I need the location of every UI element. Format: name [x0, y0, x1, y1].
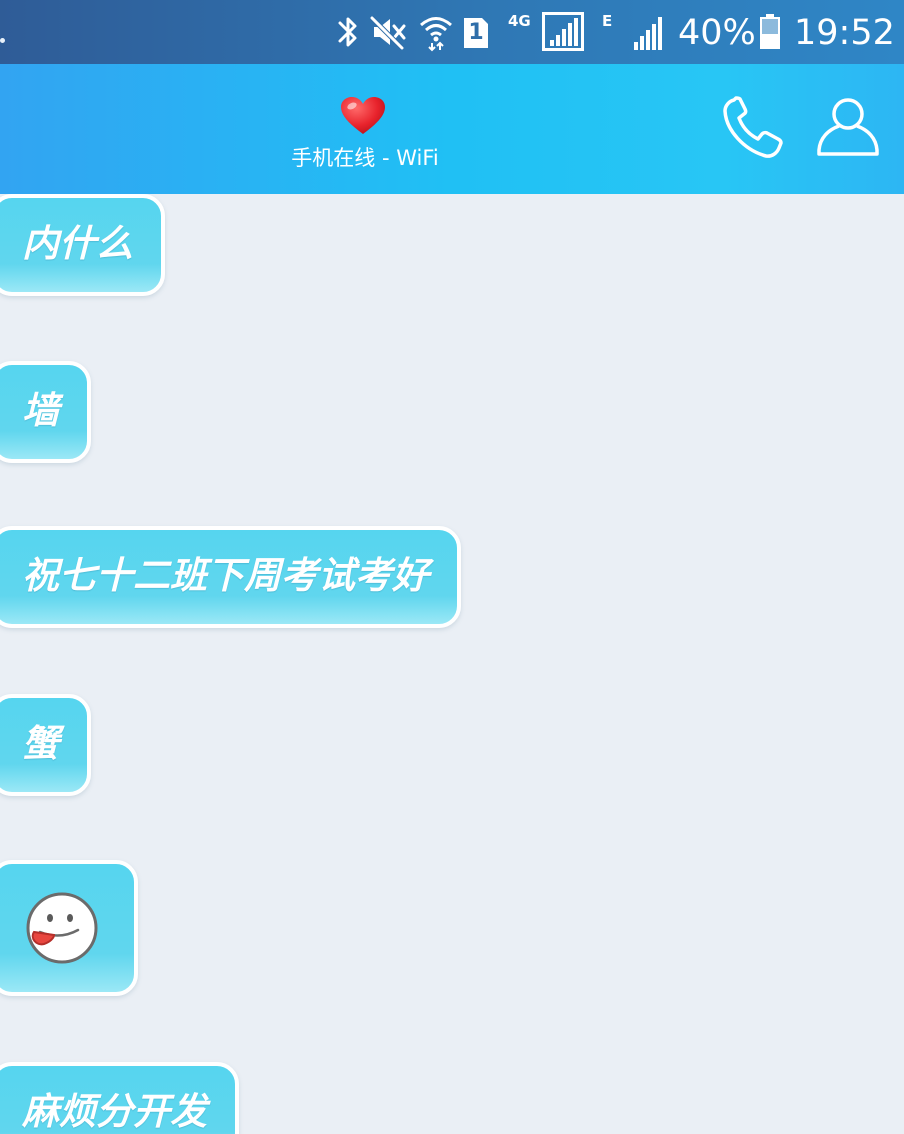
message-bubble[interactable]: 麻烦分开发 — [0, 1062, 239, 1134]
profile-button[interactable] — [812, 92, 884, 164]
message-text: 内什么 — [22, 222, 133, 265]
message-bubble-emoji[interactable] — [0, 860, 138, 996]
heart-icon — [341, 97, 385, 134]
sim1-icon: 1 — [462, 10, 490, 54]
clock: 19:52 — [794, 13, 895, 53]
call-button[interactable] — [718, 92, 790, 164]
message-bubble[interactable]: 墙 — [0, 361, 91, 463]
bluetooth-icon — [338, 17, 357, 47]
notification-dot — [0, 38, 5, 43]
status-bar: 1 4G E 40% 19:52 — [0, 0, 904, 64]
message-text: 祝七十二班下周考试考好 — [22, 554, 429, 597]
network-edge-label: E — [602, 12, 613, 30]
profile-icon — [817, 98, 879, 156]
message-text: 麻烦分开发 — [22, 1090, 207, 1133]
signal-edge-icon: E — [600, 10, 668, 54]
message-bubble[interactable]: 内什么 — [0, 194, 165, 296]
network-4g-label: 4G — [508, 12, 531, 30]
battery-percent: 40% — [678, 13, 756, 53]
mute-icon — [370, 16, 406, 50]
online-status: 手机在线 - WiFi — [291, 146, 439, 170]
sim-slot-label: 1 — [468, 20, 484, 45]
phone-icon — [723, 96, 783, 158]
message-bubble[interactable]: 祝七十二班下周考试考好 — [0, 526, 461, 628]
message-bubble[interactable]: 蟹 — [0, 694, 91, 796]
chat-header: 手机在线 - WiFi — [0, 64, 904, 194]
message-text: 蟹 — [22, 722, 59, 765]
wifi-icon — [420, 17, 452, 52]
message-text: 墙 — [22, 389, 59, 432]
message-list[interactable]: 内什么 墙 祝七十二班下周考试考好 蟹 麻烦分开发 — [0, 194, 904, 1134]
tongue-out-face-icon — [26, 892, 98, 964]
signal-4g-icon: 4G — [508, 10, 584, 54]
battery-icon — [760, 14, 780, 49]
